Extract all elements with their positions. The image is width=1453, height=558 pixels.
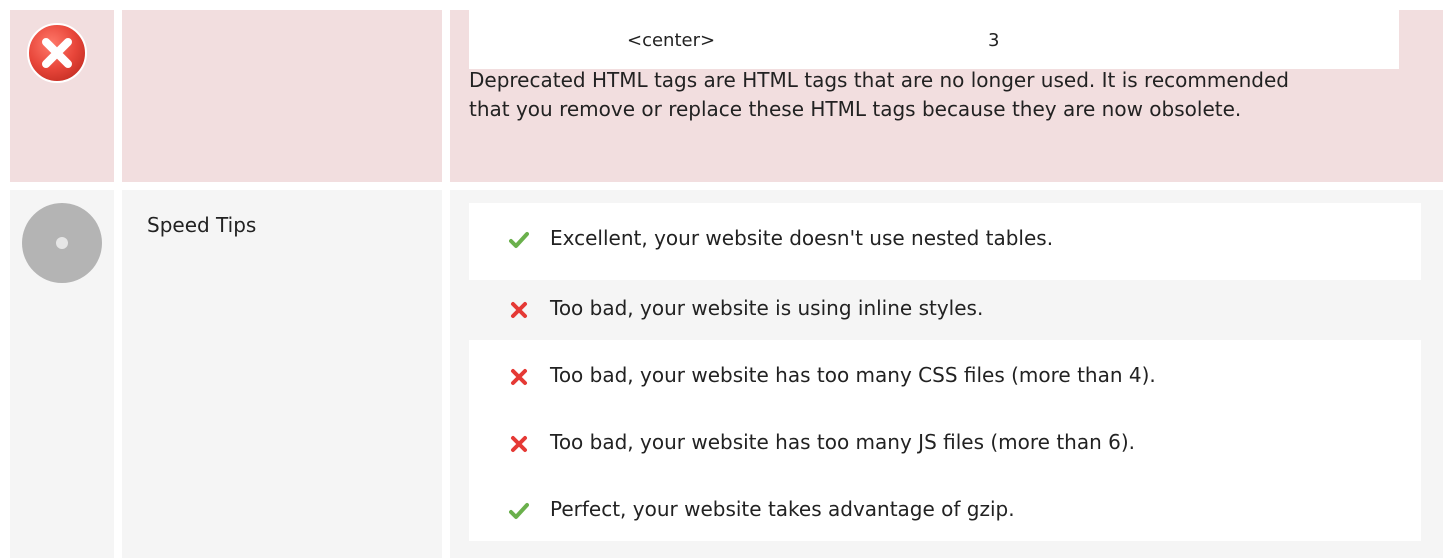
cross-icon xyxy=(511,369,527,385)
content-cell: <center> 3 Deprecated HTML tags are HTML… xyxy=(450,10,1443,182)
list-item: Excellent, your website doesn't use nest… xyxy=(469,210,1421,270)
list-item: Too bad, your website has too many CSS f… xyxy=(469,347,1421,407)
label-cell xyxy=(122,10,442,182)
tip-text: Too bad, your website is using inline st… xyxy=(550,296,984,320)
tip-text: Too bad, your website has too many JS fi… xyxy=(550,430,1136,454)
deprecated-description: Deprecated HTML tags are HTML tags that … xyxy=(469,68,1289,121)
cross-icon xyxy=(511,436,527,452)
deprecated-tag-name: <center> xyxy=(627,30,716,51)
tip-text: Too bad, your website has too many CSS f… xyxy=(550,363,1156,387)
tip-text: Perfect, your website takes advantage of… xyxy=(550,497,1015,521)
cross-icon xyxy=(511,302,527,318)
status-cell xyxy=(10,190,114,558)
label-cell: Speed Tips xyxy=(122,190,442,558)
speed-tips-row: Speed Tips Excellent, your website doesn… xyxy=(10,190,1443,558)
tip-text: Excellent, your website doesn't use nest… xyxy=(550,226,1054,250)
status-cell xyxy=(10,10,114,182)
deprecated-html-row: <center> 3 Deprecated HTML tags are HTML… xyxy=(10,10,1443,182)
content-cell: Excellent, your website doesn't use nest… xyxy=(450,190,1443,558)
list-item: Too bad, your website is using inline st… xyxy=(469,280,1421,340)
check-icon xyxy=(509,503,529,519)
error-x-icon xyxy=(27,23,87,83)
check-icon xyxy=(509,232,529,248)
neutral-circle-icon xyxy=(22,203,102,283)
speed-tips-list: Excellent, your website doesn't use nest… xyxy=(469,203,1421,541)
deprecated-tags-table: <center> 3 xyxy=(469,10,1399,69)
deprecated-tag-count: 3 xyxy=(988,30,1000,51)
list-item: Perfect, your website takes advantage of… xyxy=(469,481,1421,541)
section-title: Speed Tips xyxy=(147,213,257,237)
list-item: Too bad, your website has too many JS fi… xyxy=(469,414,1421,474)
